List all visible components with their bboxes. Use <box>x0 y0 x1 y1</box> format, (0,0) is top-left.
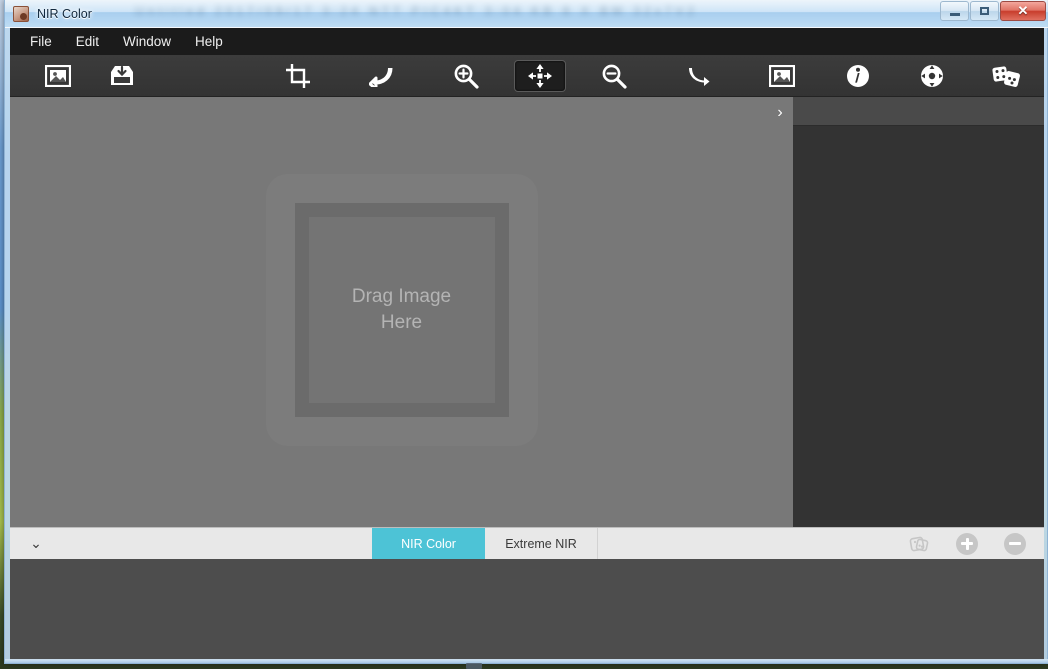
dice-icon <box>992 64 1020 88</box>
randomize-button[interactable] <box>980 60 1032 92</box>
add-preset-button[interactable] <box>956 533 978 555</box>
drop-zone-label: Drag Image Here <box>352 284 451 335</box>
crop-icon <box>285 63 311 89</box>
maximize-button[interactable] <box>970 1 999 21</box>
move-arrows-icon <box>527 63 553 89</box>
zoom-in-button[interactable] <box>440 60 492 92</box>
client-area: File Edit Window Help <box>10 28 1044 660</box>
title-bar[interactable]: Untitled 2017/09/17 3:24 NTT PIC4KT 3:04… <box>5 0 1048 28</box>
image-frame-icon <box>769 65 795 87</box>
drop-zone-frame: Drag Image Here <box>295 203 509 417</box>
window-controls: ✕ <box>940 1 1046 21</box>
toolbar <box>10 55 1044 97</box>
undo-arrow-icon <box>369 65 395 87</box>
remove-preset-button[interactable] <box>1004 533 1026 555</box>
preset-bar-spacer-left <box>62 528 372 559</box>
maximize-icon <box>980 7 989 15</box>
image-canvas[interactable]: › Drag Image Here <box>10 97 793 527</box>
minus-icon <box>1009 542 1021 545</box>
move-tool-button[interactable] <box>514 60 566 92</box>
drop-zone-label-line1: Drag Image <box>352 284 451 310</box>
save-to-disk-icon <box>108 64 136 88</box>
preset-bar-spacer-right <box>598 528 908 559</box>
window-bottom-edge <box>5 659 1048 663</box>
right-panel-body[interactable] <box>793 126 1044 527</box>
settings-icon <box>920 64 944 88</box>
crop-button[interactable] <box>272 60 324 92</box>
preset-actions <box>908 528 1044 559</box>
tab-nir-color[interactable]: NIR Color <box>372 528 485 559</box>
minimize-icon <box>950 13 960 16</box>
right-panel <box>793 97 1044 527</box>
minimize-button[interactable] <box>940 1 969 21</box>
zoom-out-button[interactable] <box>588 60 640 92</box>
image-drop-zone[interactable]: Drag Image Here <box>266 174 538 446</box>
preset-menu-chevron-down-icon[interactable]: ⌄ <box>10 528 62 559</box>
close-button[interactable]: ✕ <box>1000 1 1046 21</box>
menu-help[interactable]: Help <box>183 30 235 53</box>
menu-edit[interactable]: Edit <box>64 30 111 53</box>
redo-button[interactable] <box>672 60 724 92</box>
plus-icon-vertical <box>966 538 969 550</box>
title-bar-ghost-text: Untitled 2017/09/17 3:24 NTT PIC4KT 3:04… <box>135 4 895 22</box>
info-button[interactable] <box>832 60 884 92</box>
window-title: NIR Color <box>37 7 92 21</box>
save-image-button[interactable] <box>96 60 148 92</box>
preset-bar: ⌄ NIR Color Extreme NIR <box>10 527 1044 559</box>
magnifier-minus-icon <box>601 63 627 89</box>
dice-icon <box>909 534 929 554</box>
settings-button[interactable] <box>906 60 958 92</box>
bottom-panel <box>10 559 1044 660</box>
menu-bar: File Edit Window Help <box>10 28 1044 55</box>
magnifier-plus-icon <box>453 63 479 89</box>
close-icon: ✕ <box>1018 3 1029 19</box>
application-window: Untitled 2017/09/17 3:24 NTT PIC4KT 3:04… <box>4 0 1048 664</box>
menu-window[interactable]: Window <box>111 30 183 53</box>
photo-app-icon <box>13 6 29 22</box>
info-icon <box>846 64 870 88</box>
redo-arrow-icon <box>685 65 711 87</box>
undo-button[interactable] <box>356 60 408 92</box>
work-area: › Drag Image Here <box>10 97 1044 527</box>
compare-image-button[interactable] <box>756 60 808 92</box>
menu-file[interactable]: File <box>18 30 64 53</box>
right-panel-header <box>793 97 1044 126</box>
randomize-preset-button[interactable] <box>908 533 930 555</box>
expand-panel-chevron-right-icon[interactable]: › <box>769 101 791 125</box>
image-icon <box>45 65 71 87</box>
open-image-button[interactable] <box>32 60 84 92</box>
taskbar-nub <box>466 663 482 669</box>
drop-zone-label-line2: Here <box>352 310 451 336</box>
tab-extreme-nir[interactable]: Extreme NIR <box>485 528 598 559</box>
